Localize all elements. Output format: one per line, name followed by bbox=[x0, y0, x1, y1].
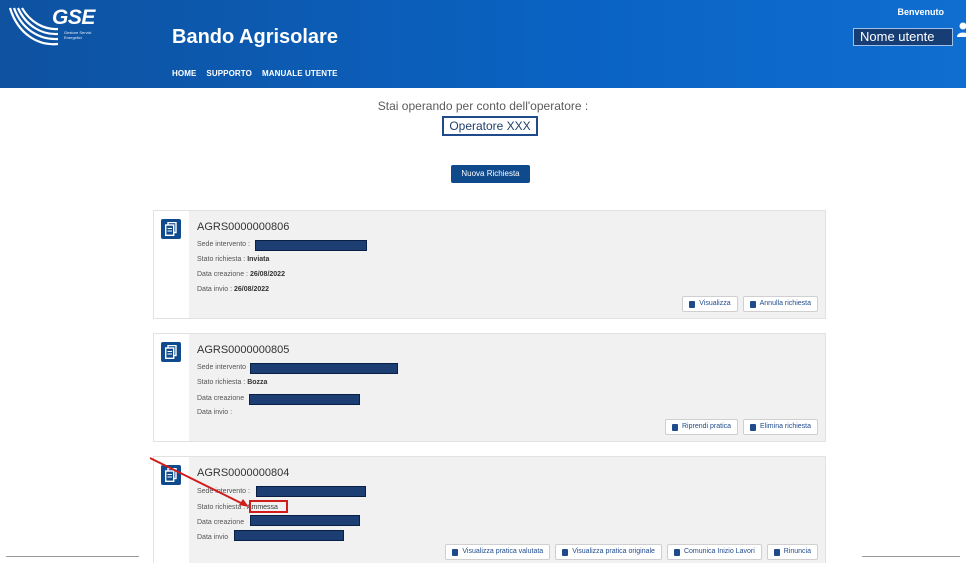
trash-icon bbox=[750, 423, 757, 431]
data-creazione-field: Data creazione : 26/08/2022 bbox=[197, 271, 285, 278]
nav-supporto[interactable]: SUPPORTO bbox=[206, 69, 252, 78]
rinuncia-button[interactable]: Rinuncia bbox=[766, 544, 818, 560]
redacted-value bbox=[255, 240, 367, 251]
annotation-highlight-box bbox=[249, 500, 288, 513]
sede-intervento-field: Sede intervento : bbox=[197, 488, 250, 495]
redacted-value bbox=[249, 394, 360, 405]
request-card: AGRS0000000805 Sede intervento Stato ric… bbox=[153, 333, 826, 442]
data-invio-field: Data invio : 26/08/2022 bbox=[197, 286, 270, 293]
user-name-box[interactable]: Nome utente bbox=[853, 28, 953, 46]
stato-richiesta-field: Stato richiesta : Inviata bbox=[197, 256, 270, 263]
visualizza-pratica-originale-button[interactable]: Visualizza pratica originale bbox=[555, 544, 662, 560]
document-icon bbox=[452, 548, 459, 556]
request-card: AGRS0000000806 Sede intervento : Stato r… bbox=[153, 210, 826, 319]
sede-intervento-field: Sede intervento : bbox=[197, 241, 250, 248]
elimina-richiesta-button[interactable]: Elimina richiesta bbox=[743, 419, 818, 435]
visualizza-button[interactable]: Visualizza bbox=[682, 296, 738, 312]
trash-icon bbox=[773, 548, 780, 556]
redacted-value bbox=[250, 515, 360, 526]
document-icon bbox=[673, 548, 680, 556]
nav-manuale-utente[interactable]: MANUALE UTENTE bbox=[262, 69, 338, 78]
document-icon bbox=[161, 465, 181, 485]
request-code: AGRS0000000805 bbox=[197, 344, 290, 356]
divider bbox=[862, 556, 960, 557]
top-nav: HOME SUPPORTO MANUALE UTENTE bbox=[172, 69, 338, 78]
status-value: Inviata bbox=[247, 256, 270, 263]
sede-intervento-field: Sede intervento bbox=[197, 364, 247, 371]
document-icon bbox=[161, 219, 181, 239]
visualizza-pratica-valutata-button[interactable]: Visualizza pratica valutata bbox=[445, 544, 551, 560]
nav-home[interactable]: HOME bbox=[172, 69, 196, 78]
riprendi-pratica-button[interactable]: Riprendi pratica bbox=[665, 419, 739, 435]
redacted-value bbox=[234, 530, 344, 541]
user-icon[interactable] bbox=[957, 22, 966, 38]
app-title: Bando Agrisolare bbox=[172, 26, 338, 48]
redacted-value bbox=[256, 486, 366, 497]
data-creazione-field: Data creazione bbox=[197, 395, 245, 402]
app-header: GSE Gestore Servizi Energetici Bando Agr… bbox=[0, 0, 966, 88]
edit-icon bbox=[672, 423, 678, 431]
redacted-value bbox=[250, 363, 398, 374]
request-code: AGRS0000000804 bbox=[197, 467, 290, 479]
request-code: AGRS0000000806 bbox=[197, 221, 290, 233]
annulla-richiesta-button[interactable]: Annulla richiesta bbox=[742, 296, 818, 312]
gse-logo[interactable]: GSE Gestore Servizi Energetici bbox=[8, 4, 98, 52]
operator-name: Operatore XXX bbox=[442, 116, 538, 136]
status-value: Bozza bbox=[247, 379, 268, 386]
trash-icon bbox=[749, 300, 756, 308]
data-invio-field: Data invio : bbox=[197, 409, 233, 416]
comunica-inizio-lavori-button[interactable]: Comunica Inizio Lavori bbox=[666, 544, 762, 560]
stato-richiesta-field: Stato richiesta : Bozza bbox=[197, 379, 268, 386]
operator-caption: Stai operando per conto dell'operatore : bbox=[377, 99, 589, 113]
document-icon bbox=[562, 548, 569, 556]
new-request-button[interactable]: Nuova Richiesta bbox=[451, 165, 530, 183]
document-icon bbox=[161, 342, 181, 362]
document-icon bbox=[689, 300, 696, 308]
data-creazione-field: Data creazione bbox=[197, 519, 245, 526]
divider bbox=[6, 556, 139, 557]
welcome-label: Benvenuto bbox=[897, 7, 944, 17]
logo-text: GSE bbox=[52, 6, 95, 29]
data-invio-field: Data invio bbox=[197, 534, 229, 541]
logo-subtitle: Gestore Servizi Energetici bbox=[64, 30, 92, 40]
